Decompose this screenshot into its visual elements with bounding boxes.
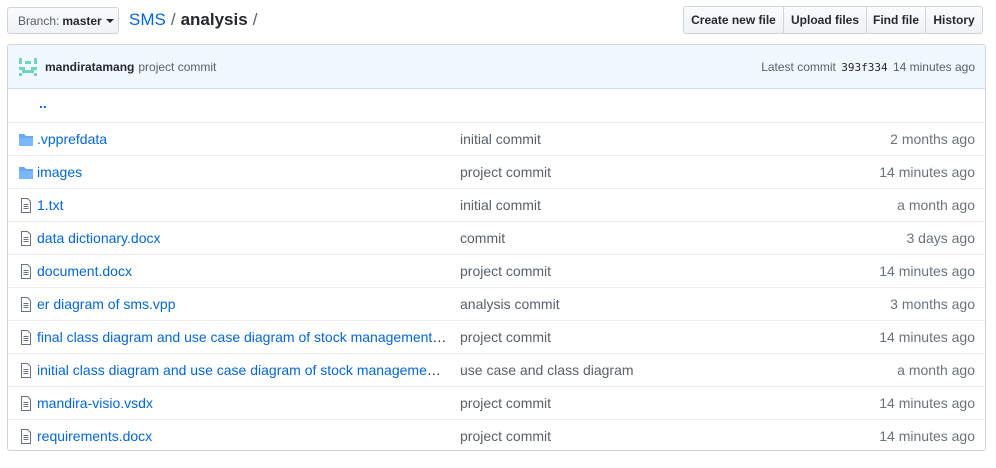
- folder-icon: [18, 165, 34, 180]
- history-button[interactable]: History: [925, 6, 983, 34]
- file-icon: [18, 330, 34, 345]
- file-icon: [18, 396, 34, 411]
- file-link[interactable]: er diagram of sms.vpp: [37, 296, 176, 312]
- file-commit-age: 3 months ago: [890, 296, 975, 312]
- find-file-button[interactable]: Find file: [866, 6, 926, 34]
- create-new-file-button[interactable]: Create new file: [683, 6, 784, 34]
- file-commit-message-link[interactable]: use case and class diagram: [460, 362, 634, 378]
- file-row: .vpprefdata initial commit 2 months ago: [8, 122, 985, 155]
- parent-directory-link[interactable]: ..: [39, 95, 47, 111]
- file-row: final class diagram and use case diagram…: [8, 320, 985, 353]
- file-commit-age: 14 minutes ago: [879, 263, 975, 279]
- file-row: initial class diagram and use case diagr…: [8, 353, 985, 386]
- branch-selector-button[interactable]: Branch: master: [7, 7, 119, 34]
- file-commit-age: 14 minutes ago: [879, 164, 975, 180]
- upload-files-button[interactable]: Upload files: [783, 6, 867, 34]
- latest-commit-bar: mandiratamang project commit Latest comm…: [8, 45, 985, 89]
- latest-commit-label: Latest commit: [761, 59, 836, 74]
- branch-prefix-label: Branch:: [18, 13, 60, 28]
- file-icon: [18, 297, 34, 312]
- file-commit-message-link[interactable]: initial commit: [460, 131, 541, 147]
- chevron-down-icon: [105, 19, 114, 23]
- breadcrumb-separator: /: [252, 10, 258, 29]
- file-row: er diagram of sms.vpp analysis commit 3 mo…: [8, 287, 985, 320]
- file-link[interactable]: document.docx: [37, 263, 132, 279]
- file-link[interactable]: final class diagram and use case diagram…: [37, 329, 447, 345]
- breadcrumb: SMS / analysis /: [129, 9, 262, 31]
- file-rows: .vpprefdata initial commit 2 months ago ima…: [8, 122, 985, 450]
- breadcrumb-separator: /: [170, 10, 176, 29]
- file-icon: [18, 231, 34, 246]
- file-row: requirements.docx project commit 14 minute…: [8, 419, 985, 450]
- folder-link[interactable]: .vpprefdata: [37, 131, 107, 147]
- file-row: document.docx project commit 14 minutes ag…: [8, 254, 985, 287]
- file-commit-message-link[interactable]: initial commit: [460, 197, 541, 213]
- file-commit-age: 14 minutes ago: [879, 428, 975, 444]
- file-icon: [18, 264, 34, 279]
- commit-sha-link[interactable]: 393f334: [841, 61, 887, 74]
- branch-name-label: master: [62, 13, 102, 28]
- file-link[interactable]: data dictionary.docx: [37, 230, 160, 246]
- file-commit-message-link[interactable]: project commit: [460, 428, 551, 444]
- file-link[interactable]: mandira-visio.vsdx: [37, 395, 153, 411]
- file-row: 1.txt initial commit a month ago: [8, 188, 985, 221]
- file-commit-age: 14 minutes ago: [879, 329, 975, 345]
- file-link[interactable]: requirements.docx: [37, 428, 152, 444]
- file-commit-age: a month ago: [897, 362, 975, 378]
- latest-commit-info: Latest commit 393f334 14 minutes ago: [761, 60, 975, 74]
- identicon-avatar[interactable]: [19, 57, 37, 76]
- commit-age: 14 minutes ago: [892, 59, 975, 74]
- file-row: mandira-visio.vsdx project commit 14 minut…: [8, 386, 985, 419]
- file-link[interactable]: 1.txt: [37, 197, 63, 213]
- file-icon: [18, 363, 34, 378]
- file-commit-message-link[interactable]: project commit: [460, 164, 551, 180]
- commit-message-link[interactable]: project commit: [138, 60, 216, 74]
- folder-link[interactable]: images: [37, 164, 82, 180]
- file-commit-message-link[interactable]: analysis commit: [460, 296, 560, 312]
- commit-author-link[interactable]: mandiratamang: [45, 60, 134, 74]
- file-commit-age: 3 days ago: [906, 230, 976, 246]
- folder-icon: [18, 132, 34, 147]
- breadcrumb-repo-link[interactable]: SMS: [129, 10, 166, 29]
- file-icon: [18, 198, 34, 213]
- repo-toolbar: Branch: master SMS / analysis / Create new …: [0, 0, 996, 44]
- file-actions-group: Create new file Upload files Find file H…: [683, 6, 983, 34]
- file-listing: mandiratamang project commit Latest comm…: [7, 44, 986, 451]
- file-commit-age: a month ago: [897, 197, 975, 213]
- file-icon: [18, 429, 34, 444]
- file-commit-message-link[interactable]: project commit: [460, 395, 551, 411]
- file-commit-message-link[interactable]: commit: [460, 230, 505, 246]
- breadcrumb-current-dir: analysis: [180, 10, 248, 29]
- file-row: data dictionary.docx commit 3 days ago: [8, 221, 985, 254]
- parent-directory-row: ..: [8, 89, 985, 122]
- file-commit-message-link[interactable]: project commit: [460, 329, 551, 345]
- file-commit-age: 2 months ago: [890, 131, 975, 147]
- file-row: images project commit 14 minutes ago: [8, 155, 985, 188]
- file-link[interactable]: initial class diagram and use case diagr…: [37, 362, 447, 378]
- file-commit-message-link[interactable]: project commit: [460, 263, 551, 279]
- file-commit-age: 14 minutes ago: [879, 395, 975, 411]
